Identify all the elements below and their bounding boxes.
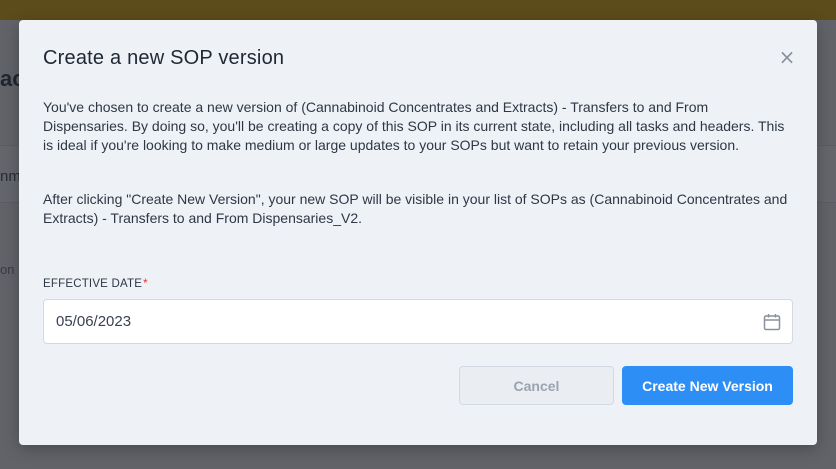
required-marker: * xyxy=(143,278,148,290)
calendar-icon[interactable] xyxy=(763,313,781,331)
create-new-version-button[interactable]: Create New Version xyxy=(622,366,793,405)
description-paragraph: You've chosen to create a new version of… xyxy=(43,99,785,153)
effective-date-label: EFFECTIVE DATE* xyxy=(43,278,148,290)
close-icon[interactable]: × xyxy=(777,46,797,68)
modal-title: Create a new SOP version xyxy=(43,47,285,69)
instruction-paragraph: After clicking "Create New Version", you… xyxy=(43,191,788,226)
effective-date-label-text: EFFECTIVE DATE xyxy=(43,278,143,290)
effective-date-value: 05/06/2023 xyxy=(56,313,132,330)
effective-date-input[interactable]: 05/06/2023 xyxy=(43,299,793,344)
create-sop-version-modal: Create a new SOP version × You've chosen… xyxy=(19,20,817,445)
cancel-button[interactable]: Cancel xyxy=(459,366,614,405)
